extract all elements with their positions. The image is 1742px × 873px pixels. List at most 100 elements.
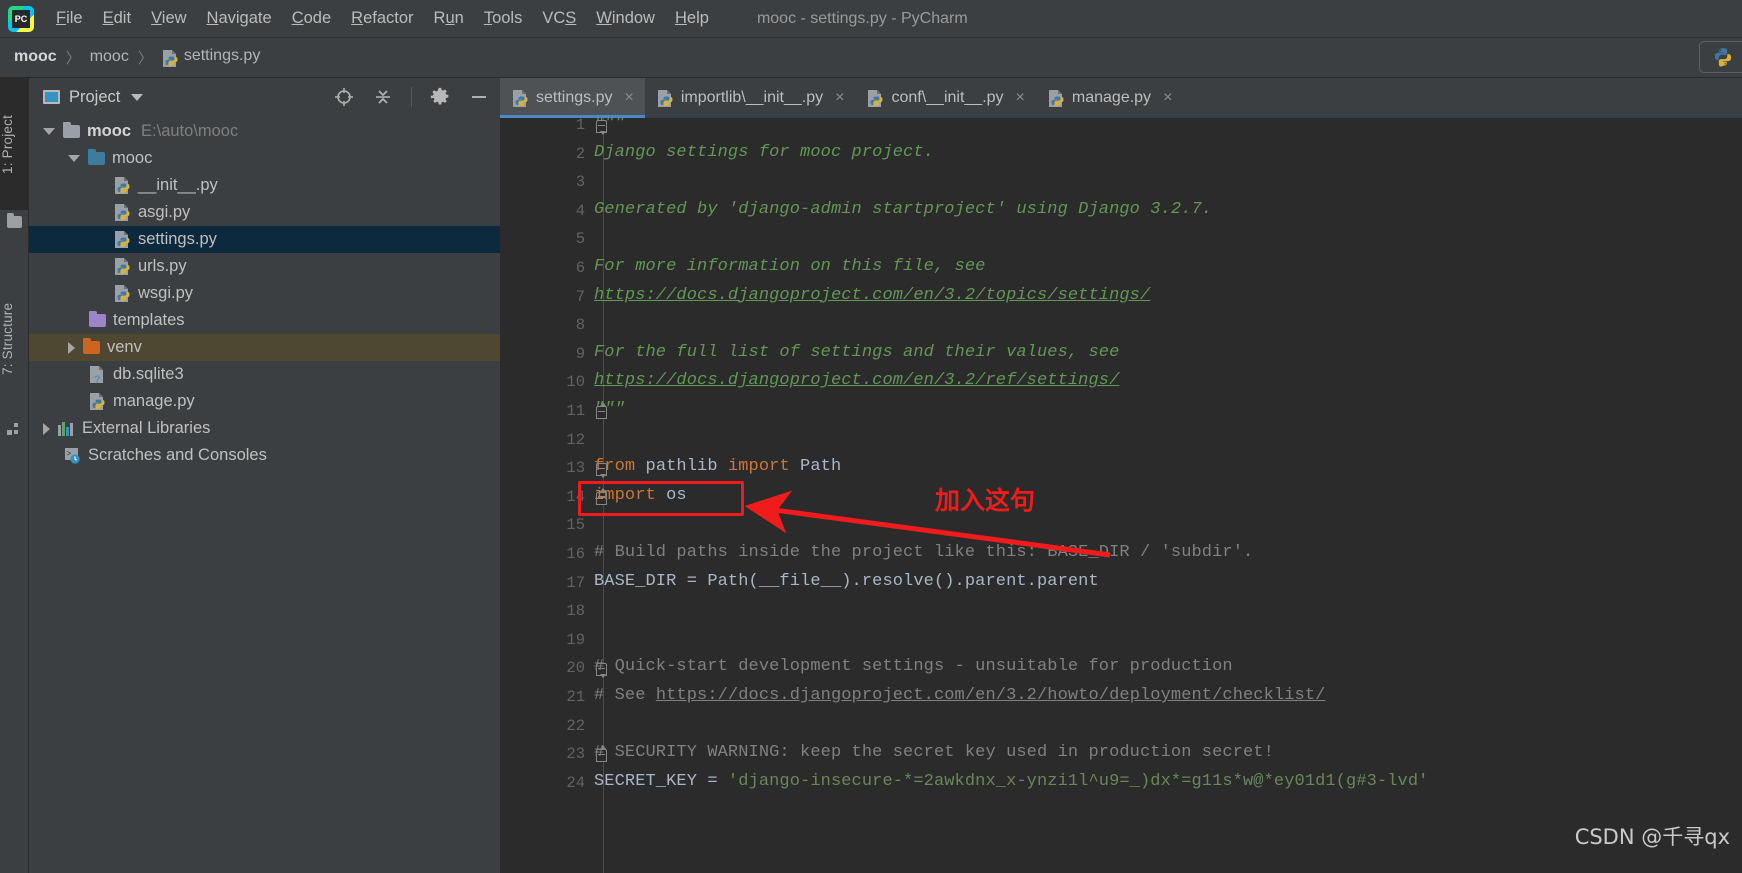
- code-line: # See https://docs.djangoproject.com/en/…: [594, 686, 1325, 705]
- editor-tab[interactable]: conf\__init__.py ×: [855, 78, 1035, 118]
- project-panel-actions: [333, 86, 490, 108]
- line-number: 20: [566, 659, 585, 678]
- chevron-right-icon[interactable]: [43, 422, 50, 435]
- chevron-down-icon[interactable]: [131, 93, 144, 101]
- breadcrumb-item-0[interactable]: mooc: [14, 48, 57, 66]
- code-token: # Quick-start development settings - uns…: [594, 657, 1233, 677]
- chevron-right-icon[interactable]: [68, 341, 75, 354]
- python-interpreter-widget[interactable]: [1699, 41, 1742, 73]
- menu-view[interactable]: View: [141, 5, 196, 32]
- menu-help[interactable]: Help: [665, 5, 719, 32]
- tree-row[interactable]: mooc E:\auto\mooc: [29, 118, 500, 145]
- close-icon[interactable]: ×: [624, 89, 633, 107]
- code-token: """: [594, 400, 625, 419]
- menu-code[interactable]: Code: [282, 5, 341, 32]
- code-token: # Build paths inside the project like th…: [594, 543, 1254, 562]
- breadcrumb: mooc 〉 mooc 〉 settings.py: [14, 47, 260, 68]
- tree-row[interactable]: > Scratches and Consoles: [29, 442, 500, 469]
- folder-icon: [7, 213, 22, 228]
- chevron-down-icon[interactable]: [68, 155, 80, 162]
- tree-row[interactable]: venv: [29, 334, 500, 361]
- code-token: # SECURITY WARNING: keep the secret key …: [594, 743, 1274, 763]
- tree-row-label: mooc: [112, 149, 153, 167]
- menu-vcs[interactable]: VCS: [532, 5, 586, 32]
- line-number: 12: [566, 430, 585, 449]
- tree-row[interactable]: urls.py: [29, 253, 500, 280]
- code-token: https://docs.djangoproject.com/en/3.2/to…: [594, 285, 1151, 305]
- tree-row[interactable]: templates: [29, 307, 500, 334]
- breadcrumb-item-2[interactable]: settings.py: [162, 47, 260, 68]
- tree-row[interactable]: wsgi.py: [29, 280, 500, 307]
- svg-text:?: ?: [94, 374, 101, 384]
- menu-window[interactable]: Window: [586, 5, 665, 32]
- code-token: For more information on this file, see: [594, 257, 986, 276]
- mnemonic: F: [56, 9, 67, 27]
- menu-edit[interactable]: Edit: [93, 5, 141, 32]
- collapse-all-icon[interactable]: [372, 86, 394, 108]
- line-number: 11: [566, 402, 585, 420]
- line-number: 13: [566, 459, 585, 478]
- tool-tab-project[interactable]: 1: Project: [0, 78, 29, 210]
- code-line: For more information on this file, see: [594, 257, 985, 276]
- locate-icon[interactable]: [333, 86, 355, 108]
- code-line: # Build paths inside the project like th…: [594, 543, 1253, 562]
- menu-bar: FileEditViewNavigateCodeRefactorRunTools…: [0, 0, 1742, 38]
- pycharm-logo-icon: [8, 5, 34, 32]
- window-title: mooc - settings.py - PyCharm: [756, 9, 968, 27]
- menu-run[interactable]: Run: [424, 5, 474, 32]
- code-token: """: [594, 118, 625, 133]
- close-icon[interactable]: ×: [1163, 89, 1172, 107]
- line-number: 19: [566, 630, 585, 649]
- editor-tab[interactable]: manage.py ×: [1036, 78, 1184, 118]
- tree-row[interactable]: __init__.py: [29, 172, 500, 199]
- tool-tab-structure[interactable]: 7: Structure: [0, 263, 29, 415]
- code-token: import: [727, 457, 790, 477]
- menu-tools[interactable]: Tools: [474, 5, 533, 32]
- tree-row[interactable]: mooc: [29, 145, 500, 172]
- library-icon: [58, 421, 75, 436]
- left-tool-window-strip: 1: Project 7: Structure: [0, 78, 29, 873]
- gear-icon[interactable]: [429, 86, 451, 108]
- menu-refactor[interactable]: Refactor: [341, 5, 423, 32]
- python-file-icon: [162, 49, 179, 68]
- project-tool-window: Project mooc E:\auto\mooc mooc __init__.…: [29, 78, 500, 873]
- tree-row[interactable]: settings.py: [29, 226, 500, 253]
- code-token: os: [655, 485, 687, 505]
- project-panel-header: Project: [29, 78, 500, 116]
- close-icon[interactable]: ×: [1016, 89, 1025, 107]
- tree-row-label: __init__.py: [138, 176, 218, 194]
- menu-file[interactable]: File: [46, 5, 93, 32]
- minimize-icon[interactable]: [468, 86, 490, 108]
- code-line: https://docs.djangoproject.com/en/3.2/re…: [594, 371, 1119, 390]
- editor-scrollbar[interactable]: [1730, 118, 1742, 873]
- code-line: """: [594, 400, 625, 419]
- editor-tab[interactable]: importlib\__init__.py ×: [645, 78, 856, 118]
- tree-row-label: db.sqlite3: [113, 365, 184, 383]
- tree-row[interactable]: manage.py: [29, 388, 500, 415]
- python-file-icon: [867, 89, 884, 108]
- chevron-down-icon[interactable]: [43, 128, 55, 135]
- code-editor[interactable]: 1 """ 2 Django settings for mooc project. 3 4…: [500, 118, 1742, 873]
- close-icon[interactable]: ×: [835, 89, 844, 107]
- editor-tab[interactable]: settings.py ×: [500, 78, 645, 118]
- code-line: https://docs.djangoproject.com/en/3.2/to…: [594, 286, 1150, 305]
- python-icon: [1714, 48, 1732, 67]
- menu-navigate[interactable]: Navigate: [197, 5, 282, 32]
- tree-row-label: mooc: [87, 122, 132, 140]
- line-number: 22: [566, 716, 585, 735]
- code-token: # See: [594, 686, 656, 705]
- tree-row[interactable]: External Libraries: [29, 415, 500, 442]
- tree-row[interactable]: asgi.py: [29, 199, 500, 226]
- breadcrumb-separator: 〉: [137, 49, 153, 67]
- tree-row-label: urls.py: [138, 257, 187, 275]
- structure-icon: [7, 423, 22, 441]
- tree-row-label: manage.py: [113, 392, 195, 410]
- breadcrumb-item-1[interactable]: mooc: [90, 48, 129, 66]
- tree-row[interactable]: ? db.sqlite3: [29, 361, 500, 388]
- code-line: # Quick-start development settings - uns…: [594, 657, 1233, 676]
- code-line: import os: [594, 486, 687, 505]
- divider: [411, 87, 412, 107]
- code-token: 'django-insecure-*=2awkdnx_x-ynzi1l^u9=_…: [727, 771, 1429, 791]
- tree-row-path: E:\auto\mooc: [141, 122, 239, 140]
- mnemonic: T: [483, 9, 493, 27]
